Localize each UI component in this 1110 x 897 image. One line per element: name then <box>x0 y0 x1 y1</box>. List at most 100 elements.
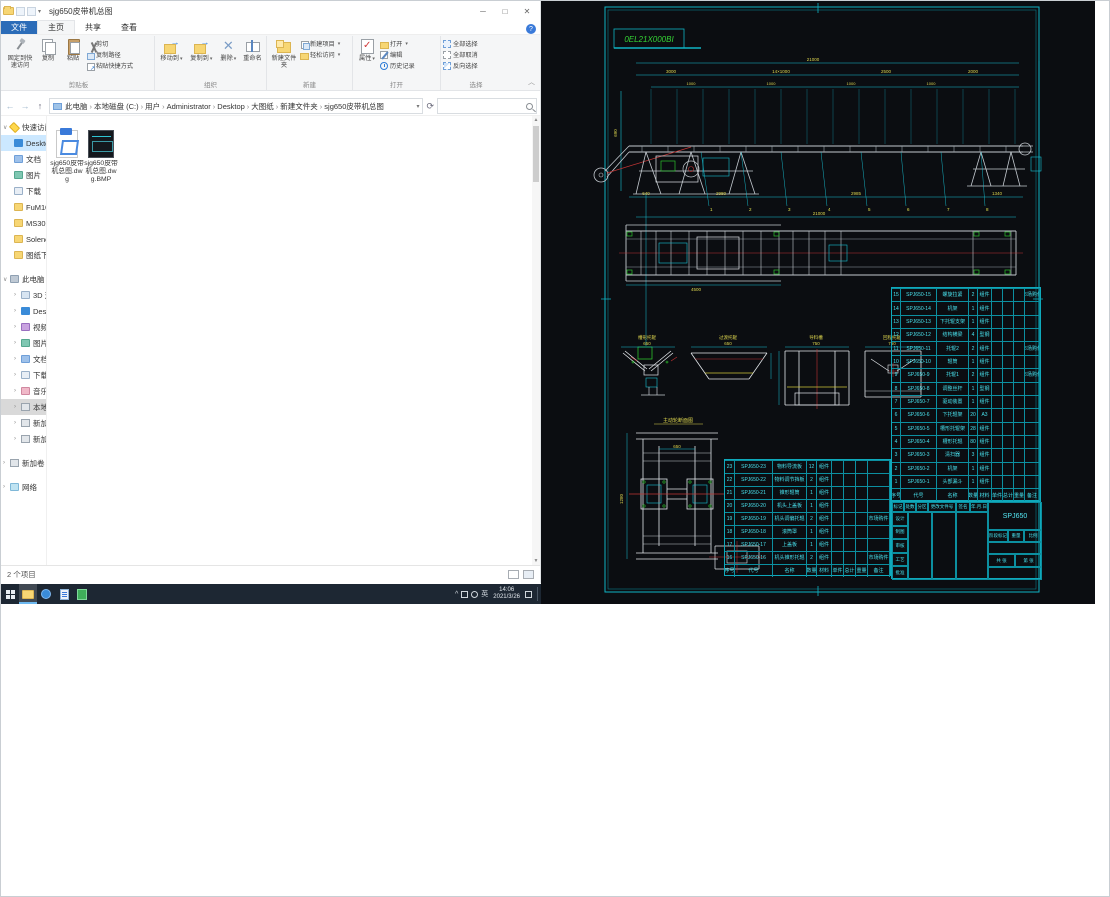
breadcrumb-segment[interactable]: sjg650皮带机总图 <box>324 101 384 112</box>
sidebar-item-desktop-pc[interactable]: ›Desktop <box>1 303 46 319</box>
up-icon[interactable]: ↑ <box>34 101 46 111</box>
sidebar-item-pictures[interactable]: 图片 <box>1 167 46 183</box>
taskbar: ^ 英 14:06 2021/3/26 <box>1 584 541 604</box>
qat-caret-icon[interactable]: ▾ <box>38 8 41 15</box>
tray-expand-icon[interactable]: ^ <box>455 591 458 598</box>
sidebar-item-3d-objects[interactable]: ›3D 对象 <box>1 287 46 303</box>
file-bmp[interactable]: sjg650皮带机总图.dwg.BMP <box>84 130 118 183</box>
tray-volume-icon[interactable] <box>471 590 479 598</box>
taskbar-explorer-button[interactable] <box>19 584 37 604</box>
breadcrumb-segment[interactable]: 大图纸 <box>251 101 274 112</box>
sidebar-quick-access[interactable]: ∨快速访问 <box>1 119 46 135</box>
breadcrumb-segment[interactable]: Desktop <box>217 102 245 111</box>
copy-to-button[interactable]: 复制到 <box>187 36 216 63</box>
thumbnail-view-button[interactable] <box>523 569 534 579</box>
taskbar-clock[interactable]: 14:06 2021/3/26 <box>493 587 520 601</box>
taskbar-browser-button[interactable] <box>37 584 55 604</box>
tab-home[interactable]: 主页 <box>37 20 75 34</box>
dim-label: 1000 <box>927 81 937 86</box>
edit-button[interactable]: 编辑 <box>380 50 415 59</box>
sidebar-item-volume-f[interactable]: ›新加卷 (F:) <box>1 455 46 471</box>
tab-file[interactable]: 文件 <box>1 21 37 34</box>
rename-button[interactable]: 重命名 <box>241 36 264 62</box>
sidebar-item-music[interactable]: ›音乐 <box>1 383 46 399</box>
address-dropdown-icon[interactable]: ▾ <box>416 103 419 110</box>
scroll-up-icon[interactable]: ▲ <box>532 117 540 123</box>
sidebar-item-local-disk-c[interactable]: ›本地磁盘 (C:) <box>1 399 46 415</box>
scroll-thumb[interactable] <box>533 126 539 182</box>
paste-shortcut-icon <box>86 62 95 72</box>
minimize-button[interactable]: ─ <box>472 2 494 20</box>
delete-button[interactable]: 删除 <box>217 36 240 63</box>
sidebar-item-volume-d[interactable]: ›新加卷 (D:) <box>1 415 46 431</box>
move-to-button[interactable]: 移动到 <box>157 36 186 63</box>
qat-button-1[interactable] <box>16 6 25 16</box>
details-view-button[interactable] <box>508 569 519 579</box>
tray-display-icon[interactable] <box>461 590 469 598</box>
pin-quick-access-button[interactable]: 固定到快速访问 <box>5 36 35 69</box>
show-desktop-button[interactable] <box>537 587 539 601</box>
copy-button[interactable]: 复制 <box>36 36 60 62</box>
breadcrumb-segment[interactable]: 用户 <box>145 101 160 112</box>
breadcrumb-segment[interactable]: 新建文件夹 <box>280 101 318 112</box>
copy-path-button[interactable]: 复制路径 <box>86 50 133 60</box>
sidebar-item-desktop[interactable]: Desktop <box>1 135 46 151</box>
music-icon <box>21 387 30 395</box>
sidebar-item-documents-pc[interactable]: ›文档 <box>1 351 46 367</box>
paste-button[interactable]: 粘贴 <box>61 36 85 62</box>
sidebar-this-pc[interactable]: ∨ 此电脑 <box>1 271 46 287</box>
notification-center-icon[interactable] <box>525 590 532 598</box>
taskbar-document-app-button[interactable] <box>55 584 73 604</box>
select-all-button[interactable]: 全部选择 <box>443 39 478 48</box>
ime-indicator[interactable]: 英 <box>481 589 488 599</box>
cad-drawing-panel: 0EL21X000BI 21000 3000 14×1000 2500 2000… <box>541 1 1095 604</box>
sidebar-item-downloads-pc[interactable]: ›下载 <box>1 367 46 383</box>
sidebar-item-documents[interactable]: 文档 <box>1 151 46 167</box>
search-input[interactable] <box>437 98 537 114</box>
tab-share[interactable]: 共享 <box>75 21 111 34</box>
scrollbar[interactable]: ▲ ▼ <box>532 116 540 565</box>
title-block: 标记 处数 分区 更改文件号 签名 年.月.日 设计 制图 审核 工艺 批准 S… <box>891 501 1042 580</box>
breadcrumb-segment[interactable]: 此电脑 <box>65 101 88 112</box>
sidebar-item-pictures-pc[interactable]: ›图片 <box>1 335 46 351</box>
sidebar-item-folder[interactable]: MS30旋转式蒸发器 <box>1 215 46 231</box>
callout-number: 2 <box>749 207 752 212</box>
properties-button[interactable]: 属性 <box>355 36 379 63</box>
close-button[interactable]: ✕ <box>516 2 538 20</box>
sidebar-item-volume-e[interactable]: ›新加卷 (E:) <box>1 431 46 447</box>
easy-access-button[interactable]: 轻松访问 <box>300 50 340 60</box>
scroll-down-icon[interactable]: ▼ <box>532 558 540 564</box>
sidebar-item-network[interactable]: › 网络 <box>1 479 46 495</box>
breadcrumb[interactable]: 此电脑 本地磁盘 (C:) 用户 Administrator Desktop 大… <box>49 98 424 114</box>
taskbar-green-app-button[interactable] <box>73 584 91 604</box>
cut-button[interactable]: 剪切 <box>86 39 133 48</box>
new-item-button[interactable]: 新建项目 <box>300 39 340 50</box>
sidebar-item-folder[interactable]: Solenoid Valve阀 <box>1 231 46 247</box>
dim-label: 690 <box>613 129 618 137</box>
collapse-ribbon-icon[interactable]: ︿ <box>528 77 535 87</box>
forward-icon[interactable]: → <box>19 101 31 111</box>
sidebar-item-folder[interactable]: 图纸下载 <box>1 247 46 263</box>
sidebar-item-folder[interactable]: FuM10旋转式蒸发器 <box>1 199 46 215</box>
refresh-icon[interactable]: ⟳ <box>426 101 434 112</box>
paste-shortcut-button[interactable]: 粘贴快捷方式 <box>86 61 133 72</box>
tab-view[interactable]: 查看 <box>111 21 147 34</box>
history-button[interactable]: 历史记录 <box>380 61 415 70</box>
help-button[interactable]: ? <box>526 24 536 34</box>
open-button[interactable]: 打开 <box>380 39 415 49</box>
drawing-code-box: 0EL21X000BI <box>613 28 701 49</box>
back-icon[interactable]: ← <box>4 101 16 111</box>
new-folder-button[interactable]: 新建文件夹 <box>269 36 299 69</box>
sidebar-item-downloads[interactable]: 下载 <box>1 183 46 199</box>
select-none-button[interactable]: 全部取消 <box>443 50 478 59</box>
drive-icon <box>21 419 30 427</box>
qat-button-2[interactable] <box>27 6 36 16</box>
file-dwg[interactable]: sjg650皮带机总图.dwg <box>50 128 84 183</box>
breadcrumb-segment[interactable]: 本地磁盘 (C:) <box>94 101 139 112</box>
maximize-button[interactable]: □ <box>494 2 516 20</box>
sidebar-item-videos[interactable]: ›视频 <box>1 319 46 335</box>
group-label-open: 打开 <box>390 82 403 89</box>
invert-selection-button[interactable]: 反向选择 <box>443 61 478 70</box>
breadcrumb-segment[interactable]: Administrator <box>167 102 211 111</box>
start-button[interactable] <box>1 584 19 604</box>
